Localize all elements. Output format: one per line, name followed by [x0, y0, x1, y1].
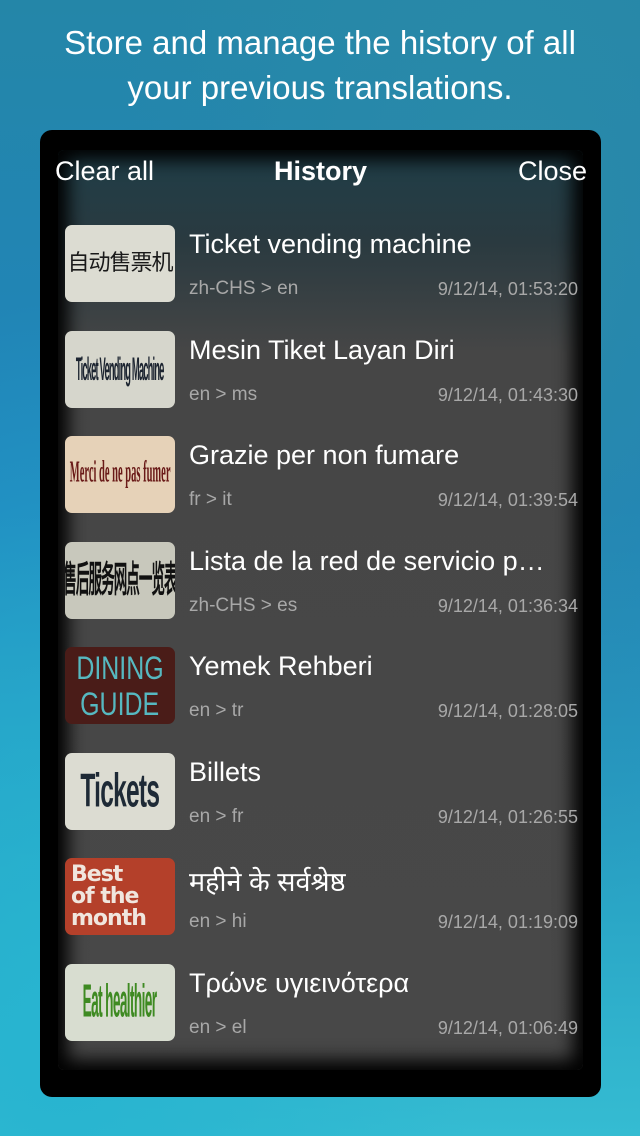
thumbnail-image: Merci de ne pas fumer: [65, 436, 175, 513]
thumbnail-image: Eat healthier: [65, 963, 175, 1041]
translation-text: Billets: [189, 756, 262, 787]
language-pair: en > fr: [189, 805, 244, 827]
language-pair: en > hi: [189, 911, 247, 932]
language-pair: en > tr: [189, 700, 244, 721]
thumbnail-text: Tickets: [80, 764, 161, 818]
translation-text: Yemek Rehberi: [189, 651, 373, 681]
language-pair: en > el: [189, 1016, 247, 1038]
thumbnail-text: GUIDE: [80, 685, 160, 722]
language-pair: en > ms: [189, 383, 258, 405]
promo-headline: Store and manage the history of all your…: [0, 20, 640, 110]
timestamp: 9/12/14, 01:26:55: [437, 806, 578, 827]
translation-text: Grazie per non fumare: [189, 440, 460, 470]
thumbnail-text: Best: [71, 861, 123, 887]
page-title-text: History: [273, 156, 368, 186]
thumbnail-image: 售后服务网点一览表: [65, 541, 175, 619]
timestamp: 9/12/14, 01:39:54: [437, 490, 578, 510]
thumbnail-text: Ticket Vending Machine: [76, 350, 165, 388]
close-button[interactable]: Close: [518, 156, 587, 187]
thumbnail-image: Tickets: [65, 752, 175, 830]
timestamp: 9/12/14, 01:43:30: [437, 384, 578, 405]
translation-text: Ticket vending machine: [189, 229, 472, 259]
thumbnail-text: month: [71, 905, 147, 931]
timestamp: 9/12/14, 01:36:34: [437, 595, 578, 616]
promo-headline-line-2: your previous translations.: [127, 69, 513, 106]
timestamp: 9/12/14, 01:19:09: [437, 912, 578, 932]
translation-text: Τρώνε υγιεινότερα: [189, 967, 410, 998]
translation-text: Lista de la red de servicio p…: [189, 545, 545, 576]
clear-all-button[interactable]: Clear all: [55, 156, 154, 187]
thumbnail-text: 售后服务网点一览表: [65, 557, 175, 601]
language-pair: fr > it: [189, 489, 232, 510]
history-list: 自动售票机 Ticket vending machine zh-CHS > en…: [40, 216, 601, 1060]
thumbnail-image: Ticket Vending Machine: [65, 330, 175, 408]
thumbnail-text: of the: [71, 883, 139, 909]
timestamp: 9/12/14, 01:28:05: [437, 701, 578, 721]
thumbnail-image: 自动售票机: [65, 225, 175, 302]
timestamp: 9/12/14, 01:53:20: [437, 279, 578, 299]
history-item[interactable]: DINING GUIDE Yemek Rehberi en > tr 9/12/…: [40, 638, 601, 744]
timestamp: 9/12/14, 01:06:49: [437, 1017, 578, 1038]
language-pair: zh-CHS > es: [189, 594, 298, 616]
thumbnail-text: Merci de ne pas fumer: [69, 456, 171, 490]
history-item[interactable]: Eat healthier Τρώνε υγιεινότερα en > el …: [40, 955, 601, 1061]
nav-bar: Clear all History Close: [40, 130, 601, 216]
thumbnail-image: DINING GUIDE: [65, 647, 175, 724]
promo-headline-line-1: Store and manage the history of all: [64, 24, 576, 61]
thumbnail-text: Eat healthier: [83, 974, 157, 1028]
history-item[interactable]: Tickets Billets en > fr 9/12/14, 01:26:5…: [40, 744, 601, 850]
thumbnail-text: DINING: [76, 649, 164, 686]
history-item[interactable]: 售后服务网点一览表 Lista de la red de servicio p……: [40, 533, 601, 639]
history-item[interactable]: Ticket Vending Machine Mesin Tiket Layan…: [40, 322, 601, 428]
history-item[interactable]: Best of the month महीने के सर्वश्रेष्ठ e…: [40, 849, 601, 955]
translation-text: महीने के सर्वश्रेष्ठ: [189, 867, 346, 897]
history-panel: Clear all History Close 自动售票机 Ticket ven…: [40, 130, 601, 1097]
history-item[interactable]: Merci de ne pas fumer Grazie per non fum…: [40, 427, 601, 533]
thumbnail-image: Best of the month: [65, 858, 175, 935]
translation-text: Mesin Tiket Layan Diri: [189, 334, 455, 365]
history-item[interactable]: 自动售票机 Ticket vending machine zh-CHS > en…: [40, 216, 601, 322]
thumbnail-text: 自动售票机: [67, 250, 173, 276]
language-pair: zh-CHS > en: [189, 278, 299, 299]
